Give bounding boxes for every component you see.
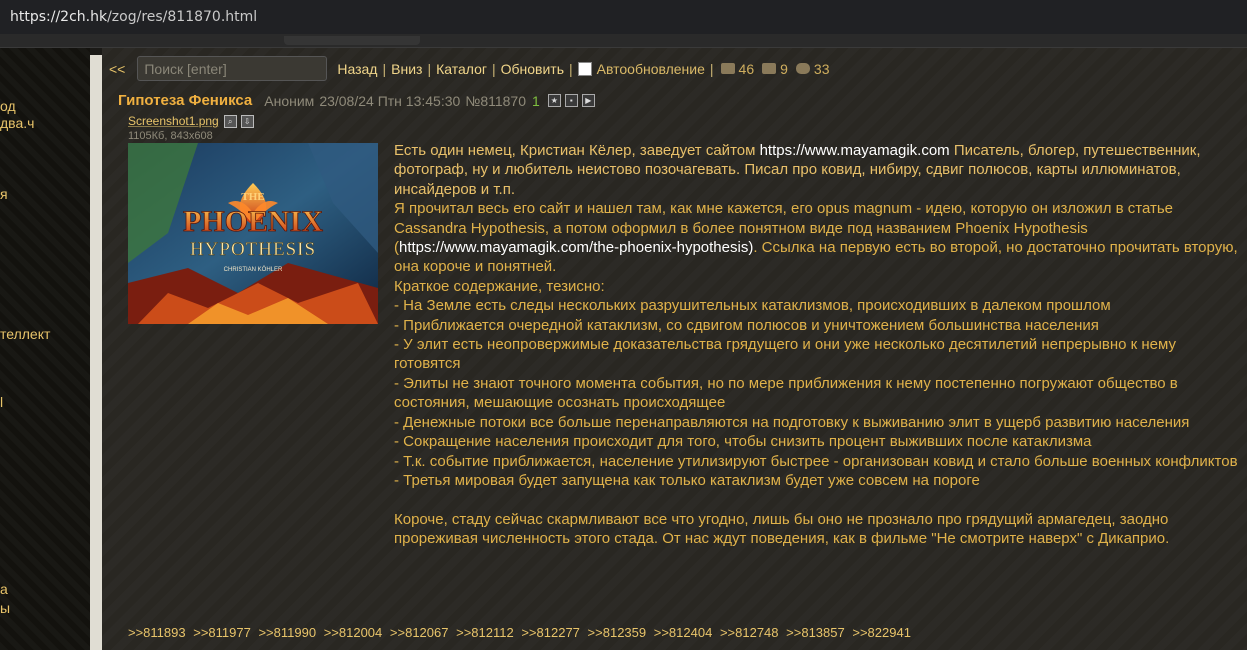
sidebar-item[interactable]: ы	[0, 600, 10, 616]
sidebar-scrollbar[interactable]	[90, 55, 102, 650]
refresh-link[interactable]: Обновить	[501, 61, 564, 77]
address-bar[interactable]: https://2ch.hk/zog/res/811870.html	[0, 0, 1247, 34]
stats: 46 9 33	[719, 61, 830, 77]
catalog-link[interactable]: Каталог	[436, 61, 487, 77]
thesis-line: - Приближается очередной катаклизм, со с…	[394, 316, 1099, 334]
reply-link[interactable]: >>812067	[390, 625, 449, 640]
nav-down-link[interactable]: Вниз	[391, 61, 422, 77]
cover-main-text: PHOENIX	[183, 205, 323, 238]
board-sidebar: од два.ч я теллект l а ы	[0, 48, 90, 650]
download-icon[interactable]: ⇩	[240, 114, 254, 128]
reply-link[interactable]: >>812112	[456, 625, 514, 640]
post-thumbnail[interactable]: THE PHOENIX HYPOTHESIS CHRISTIAN KÖHLER	[128, 143, 378, 324]
search-input[interactable]	[137, 56, 328, 81]
posts-icon	[720, 63, 735, 74]
link-mayamagik[interactable]: https://www.mayamagik.com	[760, 142, 950, 159]
url-path: /zog/res/811870.html	[107, 9, 258, 25]
expand-icon[interactable]: ▪	[564, 94, 578, 107]
reply-link[interactable]: >>811977	[193, 625, 251, 640]
thesis-line: - Третья мировая будет запущена как толь…	[394, 471, 980, 489]
search-icon[interactable]: ⌕	[223, 114, 237, 128]
reply-links: >>811893 >>811977 >>811990 >>812004 >>81…	[128, 625, 915, 640]
post-header: Гипотеза Феникса Аноним 23/08/24 Птн 13:…	[118, 92, 595, 109]
divider: |	[382, 60, 387, 77]
divider: |	[709, 60, 714, 77]
reply-link[interactable]: >>812359	[588, 625, 647, 640]
thesis-line: - На Земле есть следы нескольких разруши…	[394, 297, 1111, 315]
images-icon	[762, 63, 777, 74]
browser-tabstrip	[0, 34, 1247, 48]
autoupdate-label[interactable]: Автообновление	[597, 61, 705, 77]
sidebar-item[interactable]: а	[0, 581, 8, 597]
file-info: Screenshot1.png ⌕ ⇩	[128, 114, 254, 128]
sidebar-item[interactable]: теллект	[0, 326, 50, 342]
thread-toolbar: << Назад | Вниз | Каталог | Обновить | А…	[109, 55, 830, 82]
star-icon[interactable]: ★	[547, 94, 561, 107]
post-title: Гипотеза Феникса	[118, 92, 253, 109]
post-number[interactable]: №811870	[465, 93, 526, 109]
thesis-line: - Элиты не знают точного момента события…	[394, 374, 1178, 412]
posters-icon	[795, 63, 810, 74]
posters-count: 33	[813, 60, 830, 77]
cover-author-text: CHRISTIAN KÖHLER	[224, 266, 283, 273]
sidebar-item[interactable]: l	[0, 394, 3, 410]
reply-link[interactable]: >>812004	[324, 625, 383, 640]
link-phoenix-hypothesis[interactable]: https://www.mayamagik.com/the-phoenix-hy…	[399, 239, 753, 256]
post-paragraph: Я прочитал весь его сайт и нашел там, ка…	[394, 199, 1239, 277]
nav-back-link[interactable]: Назад	[337, 61, 377, 77]
reply-link[interactable]: >>811893	[128, 625, 186, 640]
divider: |	[491, 60, 496, 77]
thesis-line: - Денежные потоки все больше перенаправл…	[394, 413, 1190, 431]
thread-view: << Назад | Вниз | Каталог | Обновить | А…	[102, 48, 1247, 650]
post-body: Есть один немец, Кристиан Кёлер, заведуе…	[394, 141, 1239, 549]
thesis-line: - У элит есть неопровержимые доказательс…	[394, 336, 1176, 373]
sidebar-item[interactable]: я	[0, 186, 8, 202]
reply-link[interactable]: >>812748	[720, 625, 779, 640]
file-meta: 1105Кб, 843x608	[128, 130, 213, 142]
cover-sub-text: HYPOTHESIS	[190, 239, 316, 260]
sidebar-item[interactable]: од	[0, 98, 16, 114]
divider: |	[569, 60, 573, 77]
post-paragraph: Есть один немец, Кристиан Кёлер, заведуе…	[394, 141, 1239, 199]
reply-link[interactable]: >>822941	[852, 625, 911, 640]
cover-top-text: THE	[241, 191, 264, 203]
posts-count: 46	[738, 60, 755, 77]
reply-link[interactable]: >>812277	[521, 625, 580, 640]
sidebar-item[interactable]: два.ч	[0, 115, 34, 131]
play-icon[interactable]: ▶	[581, 94, 595, 107]
file-name-link[interactable]: Screenshot1.png	[128, 114, 219, 128]
divider: |	[427, 60, 432, 77]
post-date: 23/08/24 Птн 13:45:30	[319, 92, 461, 109]
text-segment: Есть один немец, Кристиан Кёлер, заведуе…	[394, 142, 760, 159]
post-author: Аноним	[264, 92, 315, 109]
summary-label: Краткое содержание, тезисно:	[394, 277, 605, 295]
post-ordinal: 1	[532, 92, 540, 109]
reply-link[interactable]: >>813857	[786, 625, 845, 640]
url-host: https://2ch.hk	[10, 9, 108, 25]
thesis-line: - Сокращение населения происходит для то…	[394, 433, 1092, 451]
thesis-line: - Т.к. событие приближается, население у…	[394, 452, 1238, 470]
tab-handle[interactable]	[284, 36, 420, 45]
reply-link[interactable]: >>812404	[654, 625, 713, 640]
reply-link[interactable]: >>811990	[258, 625, 316, 640]
post-conclusion: Короче, стаду сейчас скармливают все что…	[394, 510, 1170, 548]
back-link[interactable]: <<	[109, 61, 125, 77]
images-count: 9	[780, 60, 788, 77]
phoenix-cover-image: THE PHOENIX HYPOTHESIS CHRISTIAN KÖHLER	[128, 143, 378, 324]
autoupdate-checkbox[interactable]	[577, 61, 592, 76]
